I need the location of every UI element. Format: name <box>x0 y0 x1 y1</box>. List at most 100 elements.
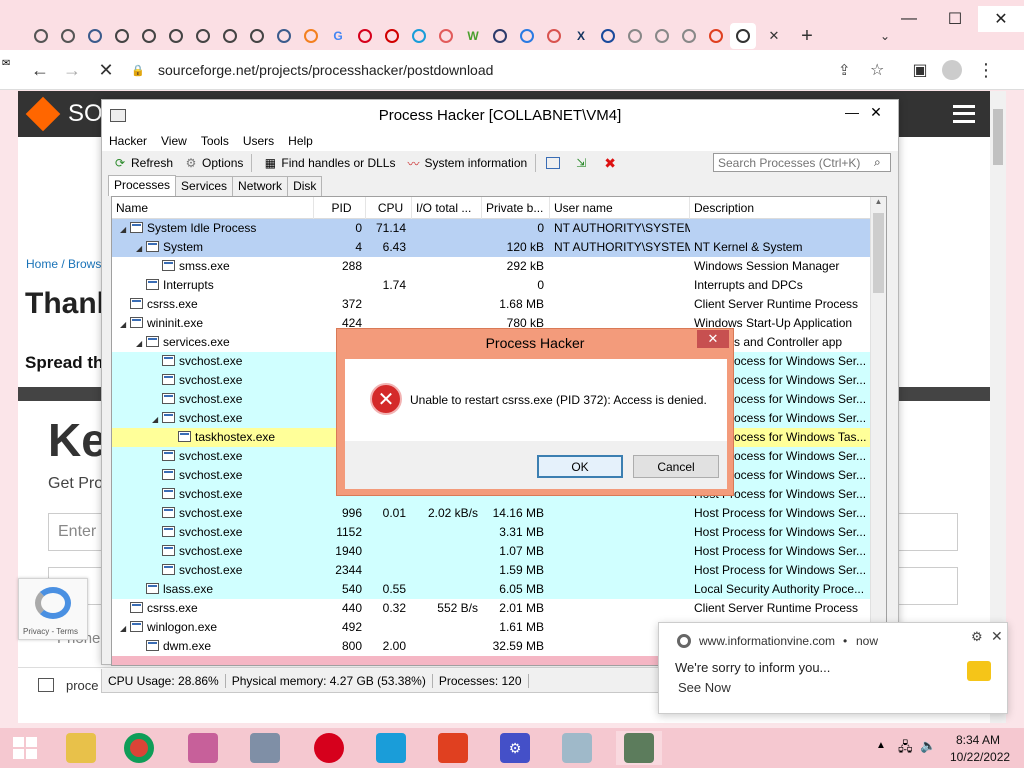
process-row[interactable]: svchost.exe 996 0.01 2.02 kB/s 14.16 MB Host … <box>112 504 870 523</box>
start-button[interactable] <box>2 731 48 765</box>
process-row[interactable]: svchost.exe 1940 1.07 MB Host Process for W… <box>112 542 870 561</box>
browser-tab-25[interactable] <box>703 23 729 49</box>
scroll-up-arrow[interactable]: ▲ <box>871 197 886 211</box>
back-button[interactable]: ← <box>28 58 52 82</box>
tab-processes[interactable]: Processes <box>108 175 177 196</box>
browser-tab-22[interactable] <box>622 23 648 49</box>
taskbar-settings[interactable]: ⚙ <box>492 731 538 765</box>
expander-icon[interactable]: ◢ <box>120 315 130 333</box>
col-description[interactable]: Description <box>690 197 870 219</box>
tab-disk[interactable]: Disk <box>287 176 323 196</box>
ph-title-bar[interactable]: Process Hacker [COLLABNET\VM4] — ✕ <box>102 100 898 131</box>
process-tree-scrollbar[interactable]: ▲ <box>870 197 886 665</box>
close-window-button[interactable]: ✕ <box>978 6 1024 32</box>
menu-users[interactable]: Users <box>236 134 281 148</box>
browser-tab-8[interactable] <box>244 23 270 49</box>
volume-icon[interactable]: 🔈 <box>920 738 936 754</box>
expander-icon[interactable]: ◢ <box>136 334 146 352</box>
taskbar-explorer[interactable] <box>58 731 104 765</box>
browser-tab-13[interactable] <box>379 23 405 49</box>
network-icon[interactable]: 🖧 <box>898 738 913 760</box>
browser-tab-19[interactable] <box>541 23 567 49</box>
ph-close-button[interactable]: ✕ <box>862 104 890 121</box>
refresh-button[interactable]: ⟳ Refresh <box>112 155 173 171</box>
browser-tab-16[interactable]: W <box>460 23 486 49</box>
browser-tab-9[interactable] <box>271 23 297 49</box>
find-handles-button[interactable]: ▦ Find handles or DLLs <box>262 155 396 171</box>
expander-icon[interactable]: ◢ <box>136 239 146 257</box>
browser-tab-20[interactable]: X <box>568 23 594 49</box>
browser-tab-24[interactable] <box>676 23 702 49</box>
profile-avatar-icon[interactable] <box>940 58 964 82</box>
window-button[interactable] <box>546 157 563 169</box>
search-processes-input[interactable] <box>713 153 891 172</box>
browser-tab-18[interactable] <box>514 23 540 49</box>
process-row[interactable]: csrss.exe 440 0.32 552 B/s 2.01 MB Client Ser… <box>112 599 870 618</box>
search-icon[interactable]: ⌕ <box>874 155 881 170</box>
col-pid[interactable]: PID <box>314 197 366 219</box>
taskbar-chrome[interactable] <box>116 731 162 765</box>
col-name[interactable]: Name <box>112 197 314 219</box>
browser-tab-0[interactable] <box>28 23 54 49</box>
browser-menu-icon[interactable]: ⋮ <box>974 58 998 82</box>
ph-minimize-button[interactable]: — <box>840 104 864 120</box>
web-notification[interactable]: www.informationvine.com • now ⚙ ✕ We're … <box>658 622 1008 714</box>
process-row[interactable]: lsass.exe 540 0.55 6.05 MB Local Security Au… <box>112 580 870 599</box>
browser-tab-2[interactable] <box>82 23 108 49</box>
taskbar-security[interactable] <box>242 731 288 765</box>
browser-tab-15[interactable] <box>433 23 459 49</box>
taskbar-app-sync[interactable] <box>368 731 414 765</box>
process-row[interactable]: svchost.exe 1152 3.31 MB Host Process for W… <box>112 523 870 542</box>
notification-settings-icon[interactable]: ⚙ <box>971 629 983 645</box>
stop-loading-button[interactable]: ✕ <box>94 58 118 82</box>
browser-tab-17[interactable] <box>487 23 513 49</box>
browser-tab-23[interactable] <box>649 23 675 49</box>
breadcrumb[interactable]: Home / Brows <box>26 257 101 271</box>
col-private[interactable]: Private b... <box>482 197 550 219</box>
process-row[interactable]: svchost.exe 2344 1.59 MB Host Process for W… <box>112 561 870 580</box>
tab-network[interactable]: Network <box>232 176 289 196</box>
address-bar[interactable]: 🔒 sourceforge.net/projects/processhacker… <box>128 56 884 84</box>
maximize-button[interactable]: ☐ <box>932 6 978 32</box>
clock-time[interactable]: 8:34 AM <box>956 733 1000 747</box>
ok-button[interactable]: OK <box>537 455 623 478</box>
tray-chevron-icon[interactable]: ▲ <box>876 740 886 751</box>
terminate-button[interactable]: ✖ <box>602 155 621 171</box>
taskbar-opera[interactable] <box>306 731 352 765</box>
bookmark-star-icon[interactable]: ☆ <box>870 60 884 80</box>
browser-tab-5[interactable] <box>163 23 189 49</box>
col-user[interactable]: User name <box>550 197 690 219</box>
menu-hacker[interactable]: Hacker <box>102 134 154 148</box>
process-row[interactable]: Interrupts 1.74 0 Interrupts and DPCs <box>112 276 870 295</box>
notification-action[interactable]: See Now <box>678 680 731 695</box>
notification-close-icon[interactable]: ✕ <box>991 628 1003 645</box>
col-io[interactable]: I/O total ... <box>412 197 482 219</box>
browser-tab-12[interactable] <box>352 23 378 49</box>
page-scrollbar-thumb[interactable] <box>993 109 1003 165</box>
process-tree-scrollbar-thumb[interactable] <box>873 213 884 293</box>
browser-tab-26[interactable] <box>730 23 756 49</box>
share-icon[interactable]: ⇪ <box>838 61 851 79</box>
taskbar-monitor[interactable] <box>554 731 600 765</box>
browser-tab-1[interactable] <box>55 23 81 49</box>
minimize-button[interactable]: — <box>886 6 932 32</box>
browser-tab-21[interactable] <box>595 23 621 49</box>
browser-tab-14[interactable] <box>406 23 432 49</box>
col-cpu[interactable]: CPU <box>366 197 412 219</box>
side-panel-icon[interactable]: ▣ <box>908 58 932 82</box>
browser-tab-10[interactable] <box>298 23 324 49</box>
new-tab-button[interactable]: + <box>794 24 820 48</box>
process-row[interactable]: ◢ System 4 6.43 120 kB NT AUTHORITY\SYSTEM NT … <box>112 238 870 257</box>
taskbar-process-hacker[interactable] <box>616 731 662 765</box>
clock-date[interactable]: 10/22/2022 <box>950 750 1010 764</box>
browser-tab-6[interactable] <box>190 23 216 49</box>
system-information-button[interactable]: 〰 System information <box>405 155 527 171</box>
expander-icon[interactable]: ◢ <box>120 619 130 637</box>
menu-help[interactable]: Help <box>281 134 320 148</box>
forward-button[interactable]: → <box>60 58 84 82</box>
taskbar-app-timer[interactable] <box>180 731 226 765</box>
expander-icon[interactable]: ◢ <box>152 410 162 428</box>
process-row[interactable]: ◢ System Idle Process 0 71.14 0 NT AUTHORITY\… <box>112 219 870 238</box>
close-tab-icon[interactable]: ✕ <box>761 23 787 49</box>
browser-tab-11[interactable]: G <box>325 23 351 49</box>
